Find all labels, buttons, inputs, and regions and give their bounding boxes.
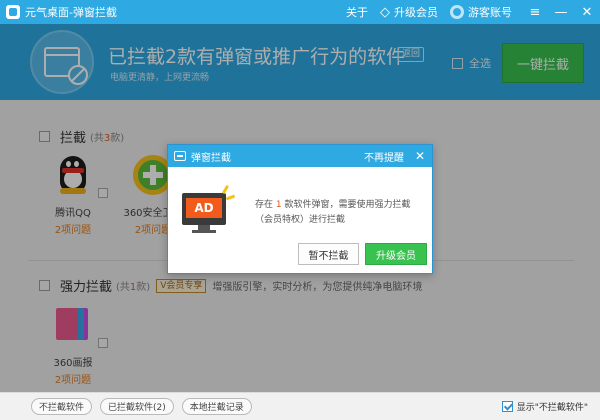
diamond-icon: ◇: [380, 4, 390, 20]
hamburger-icon[interactable]: ≡: [522, 0, 548, 24]
about-link[interactable]: 关于: [346, 4, 368, 20]
show-unblocked-checkbox[interactable]: 显示"不拦截软件": [501, 400, 588, 413]
not-blocked-software-button[interactable]: 不拦截软件: [31, 398, 93, 415]
local-records-button[interactable]: 本地拦截记录: [181, 398, 252, 415]
avatar-icon: [450, 5, 464, 19]
close-icon[interactable]: ✕: [414, 149, 426, 163]
bottom-bar: 不拦截软件 已拦截软件(2) 本地拦截记录 显示"不拦截软件": [0, 392, 600, 420]
no-remind-link[interactable]: 不再提醒: [364, 149, 404, 164]
ad-monitor-icon: AD: [182, 183, 236, 239]
show-unblocked-label: 显示"不拦截软件": [516, 403, 588, 413]
not-block-now-button[interactable]: 暂不拦截: [298, 243, 359, 265]
window-title: 元气桌面-弹窗拦截: [25, 6, 117, 19]
checkbox-checked-icon[interactable]: [501, 401, 513, 412]
close-icon[interactable]: ✕: [574, 0, 600, 24]
dialog-header: 弹窗拦截 不再提醒 ✕: [168, 145, 432, 167]
dialog-message: 存在 1 款软件弹窗，需要使用强力拦截: [255, 200, 411, 210]
upgrade-vip-button[interactable]: 升级会员: [365, 243, 427, 265]
upgrade-vip-link[interactable]: 升级会员: [394, 4, 438, 20]
popup-block-dialog: 弹窗拦截 不再提醒 ✕ AD 存在 1 款软件弹窗，需要使用强力拦截 （会员特权…: [167, 144, 433, 274]
user-account-name[interactable]: 游客账号: [468, 4, 512, 20]
popup-window-icon: [174, 151, 186, 161]
dialog-title: 弹窗拦截: [191, 152, 231, 164]
app-logo-icon: [6, 5, 20, 19]
dialog-message-line2: （会员特权）进行拦截: [255, 215, 346, 225]
minimize-icon[interactable]: —: [548, 0, 574, 24]
blocked-software-button[interactable]: 已拦截软件(2): [100, 398, 174, 415]
window-titlebar: 元气桌面-弹窗拦截 关于 ◇ 升级会员 游客账号 ≡ — ✕: [0, 0, 600, 24]
